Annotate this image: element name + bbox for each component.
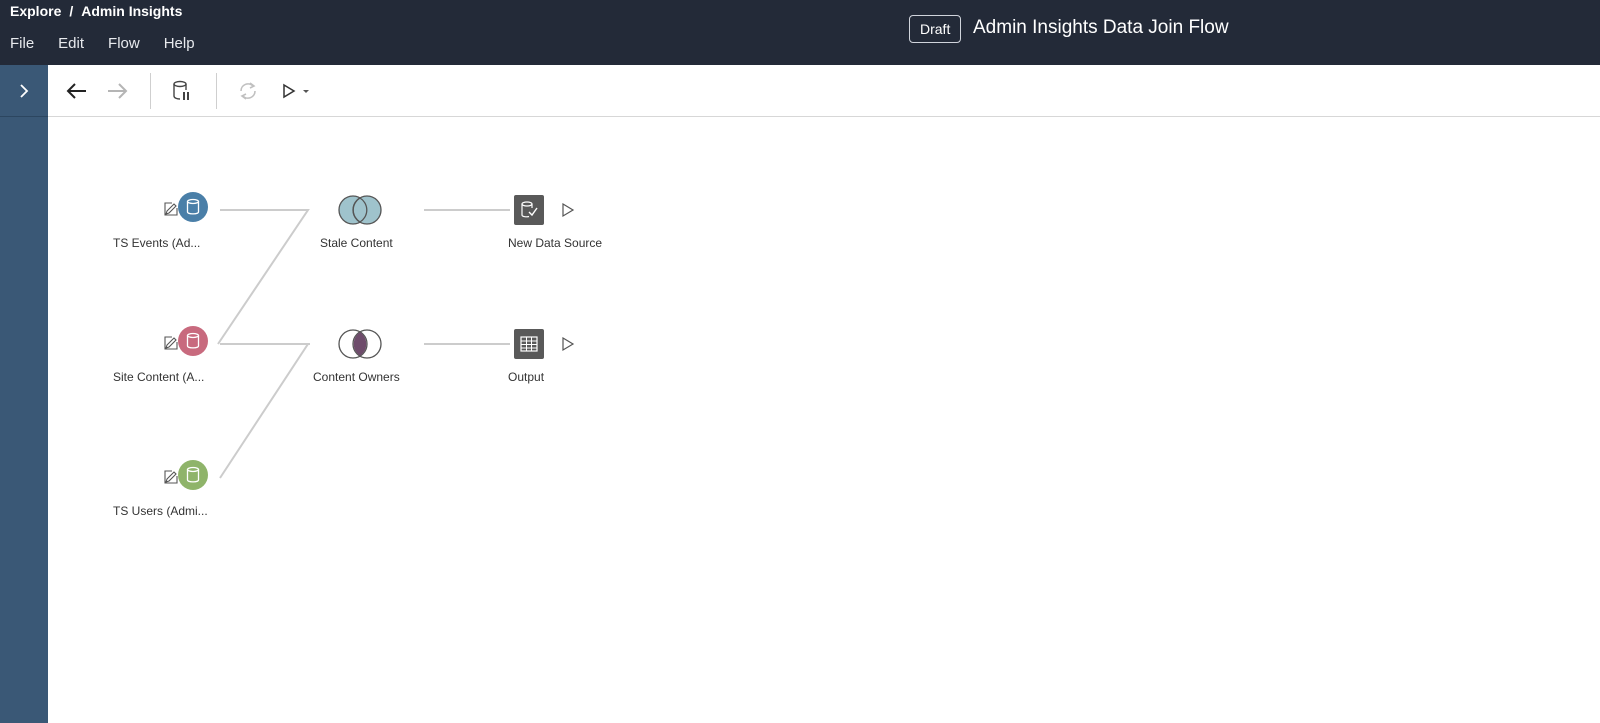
menu-flow[interactable]: Flow bbox=[108, 35, 140, 52]
chevron-right-icon bbox=[20, 83, 29, 98]
toolbar bbox=[48, 65, 1600, 117]
flow-canvas[interactable]: TS Events (Ad... Site Content (A... TS U… bbox=[48, 118, 1600, 723]
edit-icon[interactable] bbox=[164, 470, 178, 484]
breadcrumb-explore[interactable]: Explore bbox=[10, 3, 61, 19]
input-label: TS Users (Admi... bbox=[113, 504, 208, 518]
run-flow-button[interactable] bbox=[276, 75, 316, 107]
output-node-new-data-source[interactable] bbox=[514, 195, 544, 230]
edit-icon[interactable] bbox=[164, 336, 178, 350]
flow-connectors bbox=[217, 209, 510, 479]
output-label: Output bbox=[508, 370, 545, 384]
dropdown-caret-icon bbox=[303, 90, 309, 93]
connector-ts-events bbox=[217, 209, 310, 345]
database-icon bbox=[178, 326, 208, 356]
draft-badge: Draft bbox=[909, 15, 962, 43]
menu-file[interactable]: File bbox=[10, 35, 34, 52]
edit-icon[interactable] bbox=[164, 202, 178, 216]
run-output-icon[interactable] bbox=[560, 336, 576, 352]
refresh-button[interactable] bbox=[232, 75, 264, 107]
connector-ts-users bbox=[219, 343, 310, 479]
published-data-source-icon bbox=[514, 195, 544, 225]
input-node-ts-users[interactable] bbox=[178, 460, 208, 495]
menu-bar: File Edit Flow Help bbox=[10, 35, 219, 52]
forward-arrow-icon bbox=[108, 83, 128, 99]
left-sidebar bbox=[0, 65, 48, 723]
run-output-icon[interactable] bbox=[560, 202, 576, 218]
back-arrow-icon bbox=[66, 83, 86, 99]
menu-edit[interactable]: Edit bbox=[58, 35, 84, 52]
output-node-output[interactable] bbox=[514, 329, 544, 364]
output-label: New Data Source bbox=[508, 236, 603, 250]
run-flow-icon bbox=[283, 83, 296, 99]
expand-sidebar-button[interactable] bbox=[0, 65, 48, 117]
inner-join-icon bbox=[338, 329, 382, 359]
redo-button[interactable] bbox=[102, 75, 134, 107]
toolbar-divider bbox=[150, 73, 151, 109]
input-label: TS Events (Ad... bbox=[113, 236, 201, 250]
full-join-icon bbox=[338, 195, 382, 225]
flow-title[interactable]: Admin Insights Data Join Flow bbox=[973, 17, 1229, 39]
breadcrumb-separator: / bbox=[69, 3, 74, 19]
input-node-site-content[interactable] bbox=[178, 326, 208, 361]
top-bar: Explore / Admin Insights File Edit Flow … bbox=[0, 0, 1600, 65]
table-output-icon bbox=[514, 329, 544, 359]
pause-data-updates-icon bbox=[173, 80, 189, 100]
input-node-ts-events[interactable] bbox=[178, 192, 208, 227]
breadcrumb: Explore / Admin Insights bbox=[10, 3, 182, 19]
undo-button[interactable] bbox=[60, 75, 92, 107]
join-label: Stale Content bbox=[320, 236, 393, 250]
database-icon bbox=[178, 192, 208, 222]
database-icon bbox=[178, 460, 208, 490]
join-node-content-owners[interactable] bbox=[336, 328, 384, 365]
toolbar-divider bbox=[216, 73, 217, 109]
menu-help[interactable]: Help bbox=[164, 35, 195, 52]
input-label: Site Content (A... bbox=[113, 370, 205, 384]
pause-data-updates-button[interactable] bbox=[166, 75, 198, 107]
breadcrumb-current[interactable]: Admin Insights bbox=[81, 3, 182, 19]
refresh-icon bbox=[240, 82, 256, 100]
join-node-stale-content[interactable] bbox=[336, 194, 384, 231]
join-label: Content Owners bbox=[313, 370, 400, 384]
